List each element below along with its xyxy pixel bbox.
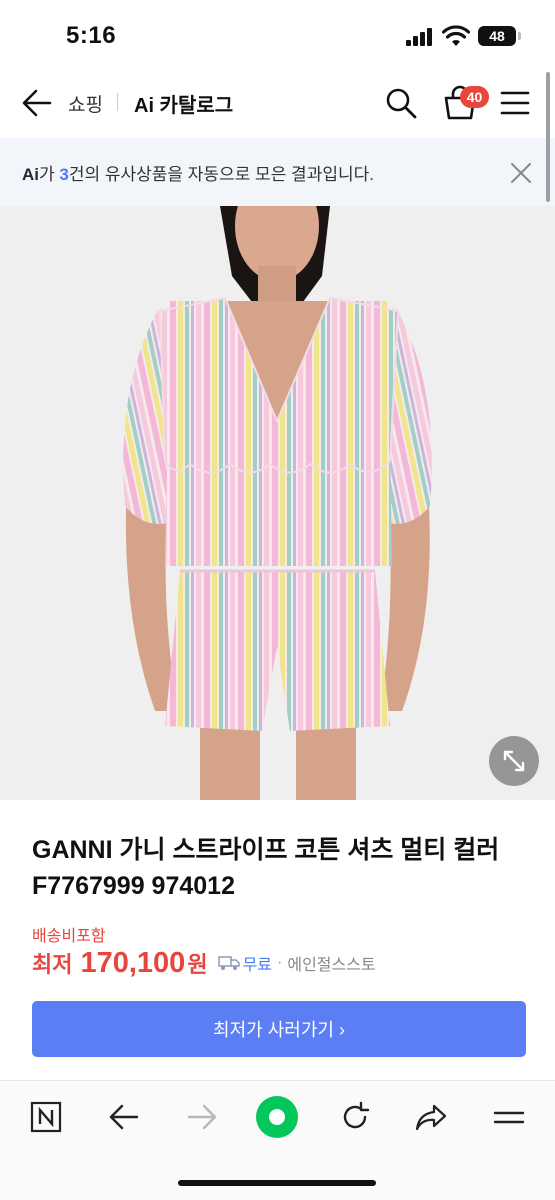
status-bar: 5:16 48 [0, 0, 555, 72]
cart-count-badge: 40 [460, 86, 489, 108]
menu-icon [493, 1111, 525, 1124]
back-arrow-icon[interactable] [20, 86, 54, 120]
separator-dot: · [277, 954, 283, 971]
ai-notice-banner: Ai가 3건의 유사상품을 자동으로 모은 결과입니다. [0, 138, 555, 206]
price-row: 최저 170,100 원 무료 · 에인절스스토 [32, 946, 376, 980]
product-photo-illustration [0, 206, 555, 800]
naver-home-button[interactable] [28, 1098, 64, 1136]
similar-count: 3 [59, 165, 69, 184]
ai-notice-prefix: 가 [39, 165, 60, 184]
price-value: 170,100 [80, 946, 186, 979]
forward-button[interactable] [184, 1098, 220, 1136]
price-prefix: 최저 [32, 952, 73, 977]
ai-notice-text: Ai가 3건의 유사상품을 자동으로 모은 결과입니다. [22, 160, 374, 185]
ai-notice-suffix: 건의 유사상품을 자동으로 모은 결과입니다. [68, 165, 374, 184]
battery-icon: 48 [478, 26, 521, 46]
forward-icon [187, 1104, 217, 1130]
ai-mark: Ai [22, 165, 39, 184]
back-icon [109, 1104, 139, 1130]
refresh-button[interactable] [337, 1098, 373, 1136]
expand-icon [503, 750, 525, 772]
wifi-icon [442, 25, 470, 46]
menu-icon[interactable] [500, 88, 530, 118]
breadcrumb-shop[interactable]: 쇼핑 [68, 90, 103, 117]
naver-home-icon [30, 1101, 62, 1133]
close-icon[interactable] [508, 160, 534, 186]
search-icon[interactable] [384, 86, 418, 120]
shipping-included-label: 배송비포함 [32, 928, 106, 945]
page-title: Ai 카탈로그 [134, 95, 234, 117]
seller-name[interactable]: 에인절스스토 [287, 951, 375, 975]
share-icon [415, 1104, 447, 1131]
price-unit: 원 [187, 952, 208, 977]
green-dot-icon [256, 1096, 298, 1138]
buy-lowest-price-button[interactable]: 최저가 사러가기 › [32, 1001, 526, 1057]
back-button[interactable] [106, 1098, 142, 1136]
status-time: 5:16 [66, 22, 117, 49]
share-button[interactable] [413, 1098, 449, 1136]
expand-image-button[interactable] [489, 736, 539, 786]
home-indicator[interactable] [178, 1180, 376, 1186]
truck-icon [217, 956, 240, 970]
scrollbar[interactable] [546, 72, 550, 202]
refresh-icon [343, 1101, 370, 1129]
product-image[interactable] [0, 206, 555, 800]
green-dot-button[interactable] [255, 1095, 299, 1139]
breadcrumb-divider [117, 93, 118, 111]
free-shipping-text: 무료 [242, 957, 273, 974]
product-title: GANNI 가니 스트라이프 코튼 셔츠 멀티 컬러 F7767999 9740… [32, 836, 500, 900]
signal-icon [406, 28, 432, 46]
toolbar-menu-button[interactable] [491, 1098, 527, 1136]
